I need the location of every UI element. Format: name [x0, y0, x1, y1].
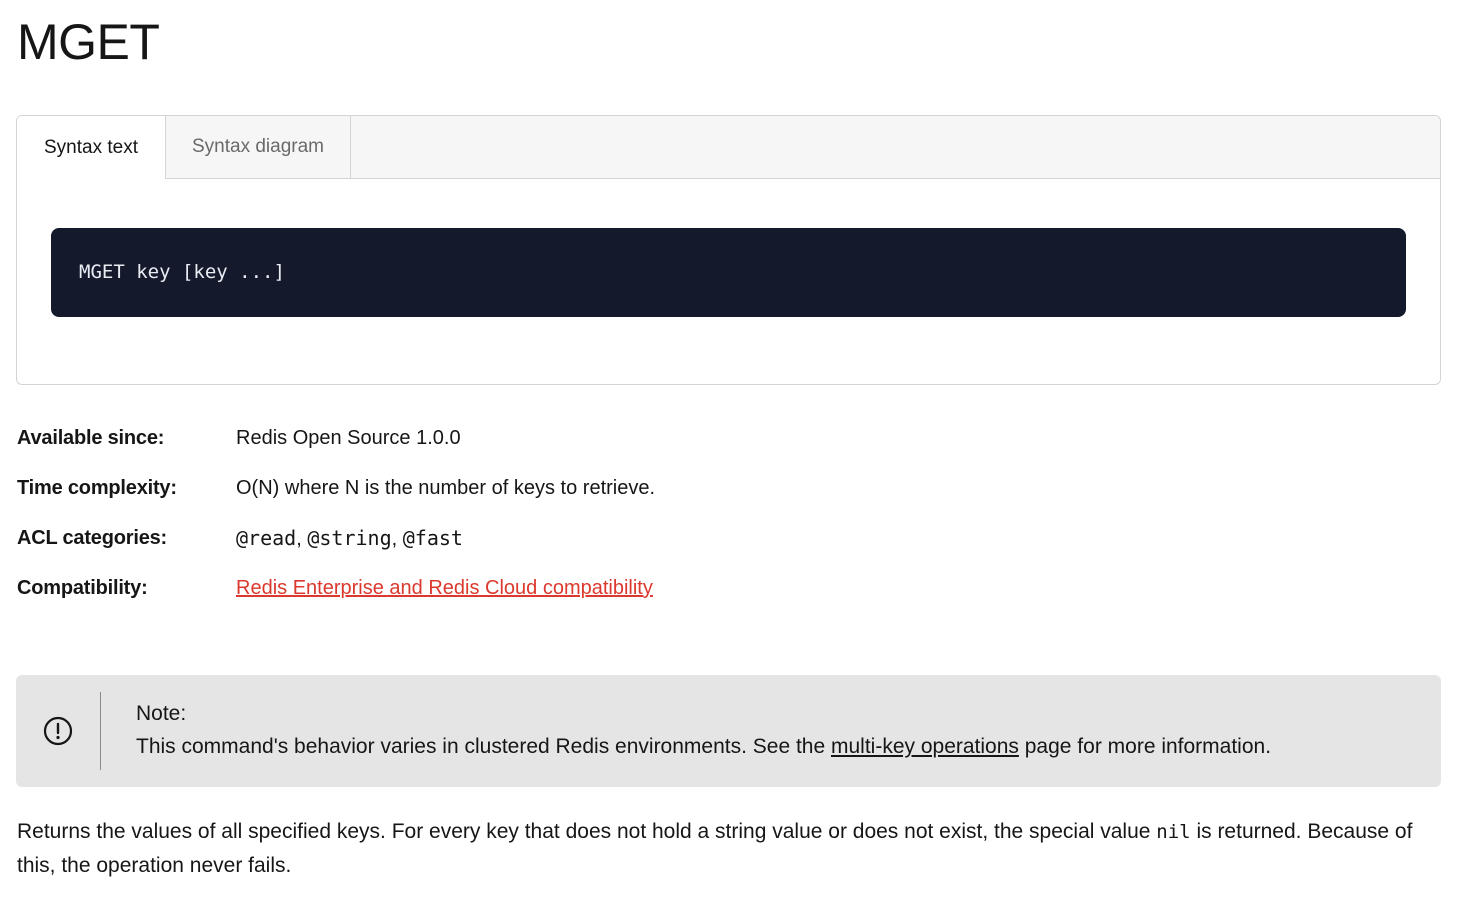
meta-row-time-complexity: Time complexity: O(N) where N is the num…	[17, 470, 1117, 520]
note-body-text-end: page for more information.	[1018, 735, 1272, 758]
note-callout: Note: This command's behavior varies in …	[16, 675, 1441, 787]
note-body: This command's behavior varies in cluste…	[136, 732, 1271, 762]
available-since-value: Redis Open Source 1.0.0	[236, 427, 461, 449]
compatibility-label: Compatibility:	[17, 577, 148, 599]
available-since-label: Available since:	[17, 427, 165, 449]
note-title: Note:	[136, 702, 187, 725]
acl-category-read: @read	[236, 526, 297, 550]
compatibility-value: Redis Enterprise and Redis Cloud compati…	[236, 570, 653, 606]
acl-category-fast: @fast	[402, 526, 463, 550]
page-title: MGET	[17, 14, 160, 70]
command-description: Returns the values of all specified keys…	[17, 815, 1437, 882]
acl-category-string: @string	[307, 526, 392, 550]
command-page: MGET Syntax text Syntax diagram MGET key…	[0, 0, 1465, 921]
tab-bar: Syntax text Syntax diagram	[17, 116, 1440, 179]
multi-key-operations-link[interactable]: multi-key operations	[831, 735, 1019, 758]
acl-separator: ,	[296, 528, 308, 550]
compatibility-link[interactable]: Redis Enterprise and Redis Cloud compati…	[236, 577, 653, 599]
note-body-text: This command's behavior varies in cluste…	[136, 735, 831, 758]
exclamation-circle-icon	[43, 716, 73, 746]
time-complexity-label: Time complexity:	[17, 477, 177, 499]
description-text: Returns the values of all specified keys…	[17, 820, 1157, 843]
meta-row-compatibility: Compatibility: Redis Enterprise and Redi…	[17, 570, 1117, 620]
acl-separator: ,	[391, 528, 403, 550]
tab-syntax-text[interactable]: Syntax text	[17, 116, 166, 179]
syntax-code-block: MGET key [key ...]	[51, 228, 1406, 317]
syntax-tabs: Syntax text Syntax diagram MGET key [key…	[16, 115, 1441, 385]
acl-categories-value: @read, @string, @fast	[236, 520, 463, 557]
command-metadata: Available since: Redis Open Source 1.0.0…	[17, 420, 1117, 620]
time-complexity-value: O(N) where N is the number of keys to re…	[236, 477, 656, 499]
meta-row-available-since: Available since: Redis Open Source 1.0.0	[17, 420, 1117, 470]
nil-code: nil	[1156, 821, 1191, 843]
meta-row-acl-categories: ACL categories: @read, @string, @fast	[17, 520, 1117, 570]
acl-categories-label: ACL categories:	[17, 527, 168, 549]
note-divider	[100, 692, 101, 770]
tab-syntax-diagram[interactable]: Syntax diagram	[166, 116, 351, 178]
